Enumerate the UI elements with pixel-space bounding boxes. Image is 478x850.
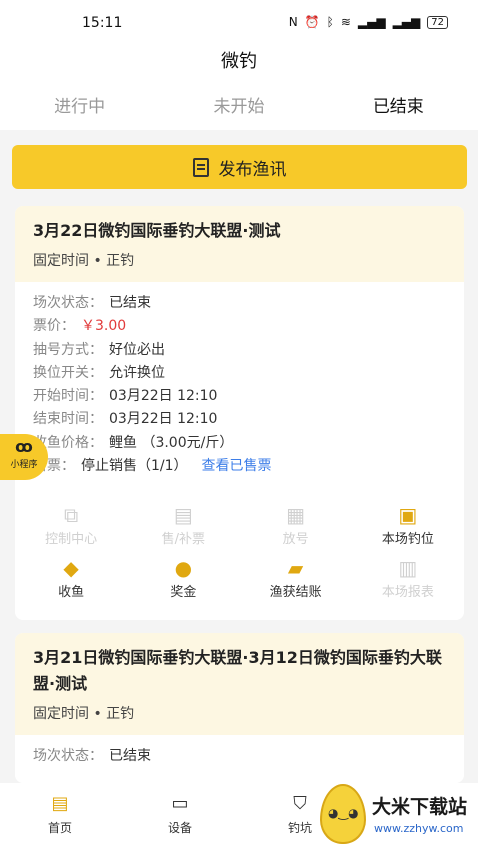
card-header: 3月22日微钓国际垂钓大联盟·测试 固定时间 • 正钓	[15, 206, 464, 282]
ticket-price: ￥3.00	[81, 318, 127, 335]
number-release-icon: ▦	[286, 503, 306, 527]
catch-checkout-button[interactable]: ▰ 渔获结账	[240, 557, 352, 600]
fish-icon: ◆	[63, 556, 79, 580]
tabbar-label: 设备	[167, 821, 192, 835]
tabbar-label: 首页	[47, 821, 72, 835]
info-row-price: 票价： ￥3.00	[33, 315, 446, 338]
info-row-status: 场次状态： 已结束	[33, 745, 446, 768]
mini-program-icon: ꝏ	[15, 437, 33, 456]
watermark-url: www.zzhyw.com	[374, 822, 464, 835]
action-label: 奖金	[170, 585, 197, 600]
event-card[interactable]: 3月22日微钓国际垂钓大联盟·测试 固定时间 • 正钓 场次状态： 已结束 票价…	[15, 206, 464, 620]
control-center-button[interactable]: ⧉ 控制中心	[15, 504, 127, 547]
control-center-icon: ⧉	[63, 503, 79, 527]
nfc-icon: N	[288, 15, 298, 29]
signal-icon: ▂▄▆	[357, 15, 386, 29]
alarm-icon: ⏰	[304, 15, 320, 29]
action-grid: ⧉ 控制中心 ▤ 售/补票 ▦ 放号 ▣ 本场钓位 ◆ 收鱼 ● 奖金 ▰ 渔获…	[15, 504, 464, 600]
card-body: 场次状态： 已结束 票价： ￥3.00 抽号方式： 好位必出 换位开关： 允许换…	[15, 282, 464, 478]
info-row-start-time: 开始时间： 03月22日 12:10	[33, 385, 446, 408]
status-icons: N ⏰ ᛒ ≋ ▂▄▆ ▂▄▆ 72	[289, 15, 448, 29]
collect-fish-button[interactable]: ◆ 收鱼	[15, 557, 127, 600]
battery-indicator: 72	[427, 15, 448, 29]
tab-finished[interactable]: 已结束	[319, 84, 478, 130]
mini-program-badge[interactable]: ꝏ 小程序	[0, 434, 48, 480]
fishing-spot-icon: ▣	[398, 503, 418, 527]
info-row-draw-method: 抽号方式： 好位必出	[33, 339, 446, 362]
number-release-button[interactable]: ▦ 放号	[240, 504, 352, 547]
info-value: 03月22日 12:10	[109, 388, 218, 405]
watermark-title: 大米下载站	[372, 796, 468, 818]
info-label: 抽号方式：	[33, 341, 103, 358]
signal-icon: ▂▄▆	[392, 15, 421, 29]
action-label: 售/补票	[161, 532, 206, 547]
card-title: 3月21日微钓国际垂钓大联盟·3月12日微钓国际垂钓大联盟·测试	[33, 648, 442, 693]
status-bar: 15:11 N ⏰ ᛒ ≋ ▂▄▆ ▂▄▆ 72	[0, 0, 478, 44]
action-label: 本场报表	[381, 585, 434, 600]
report-icon: ▥	[398, 556, 418, 580]
prize-money-button[interactable]: ● 奖金	[127, 557, 239, 600]
info-label: 票价：	[33, 318, 75, 335]
info-label: 场次状态：	[33, 748, 103, 764]
action-label: 控制中心	[45, 532, 98, 547]
publish-button-label: 发布渔讯	[218, 159, 287, 180]
status-time: 15:11	[82, 15, 123, 31]
info-row-swap-switch: 换位开关： 允许换位	[33, 362, 446, 385]
tabbar-item-device[interactable]: ▭ 设备	[120, 783, 240, 850]
app-header: 微钓	[0, 44, 478, 84]
info-row-fish-price: 收鱼价格： 鲤鱼 （3.00元/斤）	[33, 432, 446, 455]
info-value: 好位必出	[109, 341, 165, 358]
card-title: 3月22日微钓国际垂钓大联盟·测试	[33, 221, 281, 240]
view-sold-tickets-link[interactable]: 查看已售票	[202, 455, 272, 478]
bluetooth-icon: ᛒ	[326, 15, 334, 29]
tab-not-started[interactable]: 未开始	[159, 84, 318, 130]
wallet-icon: ▰	[287, 556, 304, 580]
fishing-spots-button[interactable]: ▣ 本场钓位	[352, 504, 464, 547]
info-value: 鲤鱼 （3.00元/斤）	[109, 434, 234, 451]
event-card[interactable]: 3月21日微钓国际垂钓大联盟·3月12日微钓国际垂钓大联盟·测试 固定时间 • …	[15, 633, 464, 783]
info-value: 允许换位	[109, 364, 165, 381]
mascot-face: ◕‿◕	[328, 806, 359, 820]
publish-fishing-news-button[interactable]: 发布渔讯	[12, 145, 467, 189]
wifi-icon: ≋	[340, 15, 351, 29]
info-value: 停止销售（1/1）	[81, 458, 188, 475]
watermark-logo: ◕‿◕ 大米下载站 www.zzhyw.com	[314, 780, 478, 850]
action-label: 收鱼	[58, 585, 85, 600]
info-row-end-time: 结束时间： 03月22日 12:10	[33, 408, 446, 431]
ticket-sell-button[interactable]: ▤ 售/补票	[127, 504, 239, 547]
tab-bar: 进行中 未开始 已结束	[0, 84, 478, 130]
home-icon: ▤	[51, 793, 69, 814]
action-label: 放号	[282, 532, 309, 547]
info-value: 已结束	[109, 748, 151, 764]
card-subtitle: 固定时间 • 正钓	[33, 706, 135, 722]
info-value: 03月22日 12:10	[109, 411, 218, 428]
tab-in-progress[interactable]: 进行中	[0, 84, 159, 130]
info-label: 开始时间：	[33, 388, 103, 405]
device-icon: ▭	[171, 793, 189, 814]
action-label: 渔获结账	[269, 585, 322, 600]
tabbar-item-home[interactable]: ▤ 首页	[0, 783, 120, 850]
info-label: 结束时间：	[33, 411, 103, 428]
info-row-status: 场次状态： 已结束	[33, 292, 446, 315]
card-header: 3月21日微钓国际垂钓大联盟·3月12日微钓国际垂钓大联盟·测试 固定时间 • …	[15, 633, 464, 735]
ticket-machine-icon: ▤	[173, 503, 193, 527]
action-label: 本场钓位	[381, 532, 434, 547]
document-icon	[192, 157, 209, 177]
card-body: 场次状态： 已结束	[15, 735, 464, 768]
session-report-button[interactable]: ▥ 本场报表	[352, 557, 464, 600]
money-bag-icon: ●	[174, 556, 193, 580]
card-subtitle: 固定时间 • 正钓	[33, 253, 135, 269]
info-value: 已结束	[109, 295, 151, 311]
page-title: 微钓	[221, 51, 257, 72]
info-row-ticket-sales: 售票： 停止销售（1/1） 查看已售票	[33, 455, 446, 478]
info-label: 场次状态：	[33, 295, 103, 311]
mini-program-label: 小程序	[10, 460, 38, 470]
info-label: 换位开关：	[33, 364, 103, 381]
